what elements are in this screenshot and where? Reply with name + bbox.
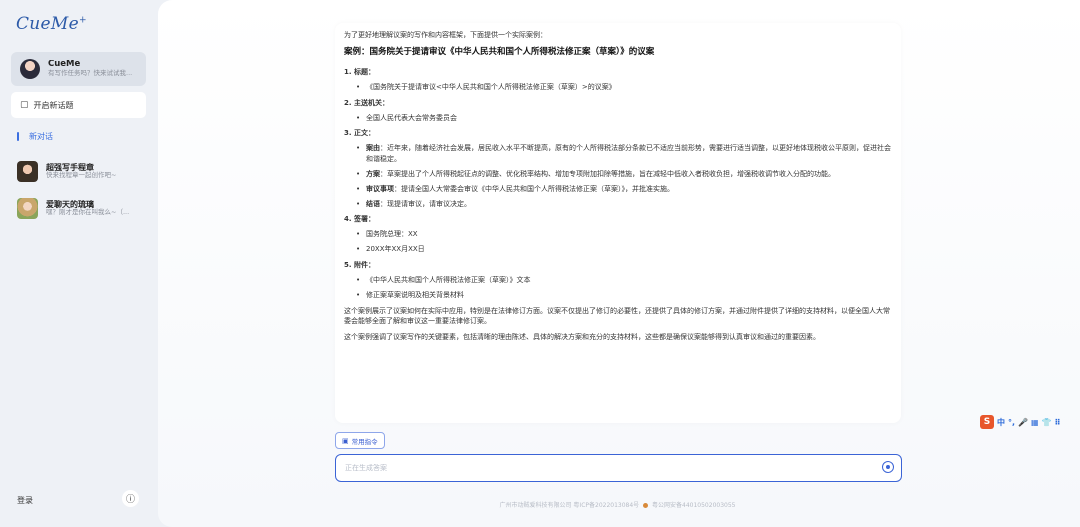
list-item: 20XX年XX月XX日 bbox=[356, 244, 892, 255]
message-summary: 这个案例强调了议案写作的关键要素，包括清晰的理由陈述、具体的解决方案和充分的支持… bbox=[344, 333, 820, 342]
section-heading: 2. 主送机关： bbox=[344, 98, 389, 107]
common-commands-button[interactable]: ▣ 常用指令 bbox=[335, 432, 385, 449]
sogou-logo-icon[interactable]: S bbox=[980, 415, 994, 429]
history-avatar bbox=[17, 197, 38, 219]
message-summary: 这个案例展示了议案如何在实际中应用，特别是在法律修订方面。议案不仅提出了修订的必… bbox=[344, 306, 890, 326]
stop-generation-icon[interactable] bbox=[882, 461, 894, 473]
section-list: 全国人民代表大会常务委员会 bbox=[344, 113, 892, 124]
ime-chinese-mode[interactable]: 中 bbox=[997, 417, 1005, 428]
list-item: 案由：近年来，随着经济社会发展，居民收入水平不断提高，原有的个人所得税法部分条款… bbox=[356, 143, 892, 165]
agent-avatar bbox=[20, 59, 40, 79]
history-item-chatter[interactable]: 爱聊天的琉璃 嘿？刚才是你在叫我么~（... bbox=[11, 193, 151, 223]
current-chat-label: 新对话 bbox=[29, 132, 53, 141]
ime-skin-icon[interactable]: 👕 bbox=[1042, 418, 1052, 427]
common-commands-label: 常用指令 bbox=[351, 437, 378, 446]
agent-card[interactable]: CueMe 有写作任务吗？快来试试我... bbox=[11, 52, 146, 86]
chat-bubble-icon: ▢ bbox=[20, 100, 29, 110]
section-heading: 3. 正文： bbox=[344, 129, 375, 138]
icp-link[interactable]: 广州市动贼爱科技有限公司 粤ICP备2022013084号 bbox=[500, 502, 640, 509]
history-item-writer[interactable]: 超强写手程章 快来找程章一起创作吧~ bbox=[11, 156, 151, 186]
list-item: 修正案草案说明及相关背景材料 bbox=[356, 290, 892, 301]
footer: 广州市动贼爱科技有限公司 粤ICP备2022013084号 粤公网安备44010… bbox=[335, 500, 900, 509]
list-item: 方案：草案提出了个人所得税起征点的调整、优化税率结构、增加专项附加扣除等措施，旨… bbox=[356, 169, 892, 180]
ime-keyboard-icon[interactable]: ▦ bbox=[1031, 418, 1039, 427]
login-link[interactable]: 登录 bbox=[17, 495, 33, 506]
assistant-message: 为了更好地理解议案的写作和内容框架，下面提供一个实际案例： 案例：国务院关于提请… bbox=[335, 23, 901, 423]
history-subtitle: 嘿？刚才是你在叫我么~（... bbox=[46, 207, 130, 216]
ime-toolbar: S 中 °, 🎤 ▦ 👕 ⠿ bbox=[980, 414, 1061, 430]
current-chat-item[interactable]: 新对话 bbox=[17, 131, 53, 142]
list-item: 《国务院关于提请审议<中华人民共和国个人所得税法修正案（草案）>的议案》 bbox=[356, 82, 892, 93]
list-item: 国务院总理：XX bbox=[356, 229, 892, 240]
command-icon: ▣ bbox=[342, 436, 349, 445]
ime-menu-icon[interactable]: ⠿ bbox=[1055, 418, 1061, 427]
history-avatar bbox=[17, 160, 38, 182]
ime-punctuation-icon[interactable]: °, bbox=[1008, 418, 1015, 427]
history-subtitle: 快来找程章一起创作吧~ bbox=[46, 170, 117, 179]
list-item: 审议事项：提请全国人大常委会审议《中华人民共和国个人所得税法修正案（草案）》，并… bbox=[356, 184, 892, 195]
ime-mic-icon[interactable]: 🎤 bbox=[1018, 418, 1028, 427]
app-logo[interactable]: CueMe+ bbox=[16, 14, 87, 34]
list-item: 全国人民代表大会常务委员会 bbox=[356, 113, 892, 124]
police-badge-icon bbox=[643, 503, 649, 508]
new-chat-label: 开启新话题 bbox=[33, 100, 74, 110]
section-list: 案由：近年来，随着经济社会发展，居民收入水平不断提高，原有的个人所得税法部分条款… bbox=[344, 143, 892, 209]
police-link[interactable]: 粤公网安备44010502003055 bbox=[652, 502, 735, 509]
case-title: 案例：国务院关于提请审议《中华人民共和国个人所得税法修正案（草案）》的议案 bbox=[344, 46, 655, 57]
info-icon[interactable]: ⓘ bbox=[122, 490, 139, 507]
chat-input[interactable] bbox=[343, 463, 867, 473]
new-chat-button[interactable]: ▢ 开启新话题 bbox=[11, 92, 146, 118]
sidebar: CueMe+ CueMe 有写作任务吗？快来试试我... ▢ 开启新话题 新对话… bbox=[0, 0, 158, 527]
active-indicator bbox=[17, 132, 19, 141]
message-intro: 为了更好地理解议案的写作和内容框架，下面提供一个实际案例： bbox=[344, 31, 547, 39]
section-heading: 5. 附件： bbox=[344, 260, 375, 269]
section-heading: 1. 标题： bbox=[344, 68, 375, 77]
agent-subtitle: 有写作任务吗？快来试试我... bbox=[48, 69, 133, 78]
section-list: 《中华人民共和国个人所得税法修正案（草案）》文本 修正案草案说明及相关背景材料 bbox=[344, 275, 892, 301]
section-list: 国务院总理：XX 20XX年XX月XX日 bbox=[344, 229, 892, 255]
section-heading: 4. 签署： bbox=[344, 215, 375, 224]
list-item: 结语：现提请审议，请审议决定。 bbox=[356, 199, 892, 210]
list-item: 《中华人民共和国个人所得税法修正案（草案）》文本 bbox=[356, 275, 892, 286]
chat-input-box bbox=[335, 454, 902, 482]
section-list: 《国务院关于提请审议<中华人民共和国个人所得税法修正案（草案）>的议案》 bbox=[344, 82, 892, 93]
